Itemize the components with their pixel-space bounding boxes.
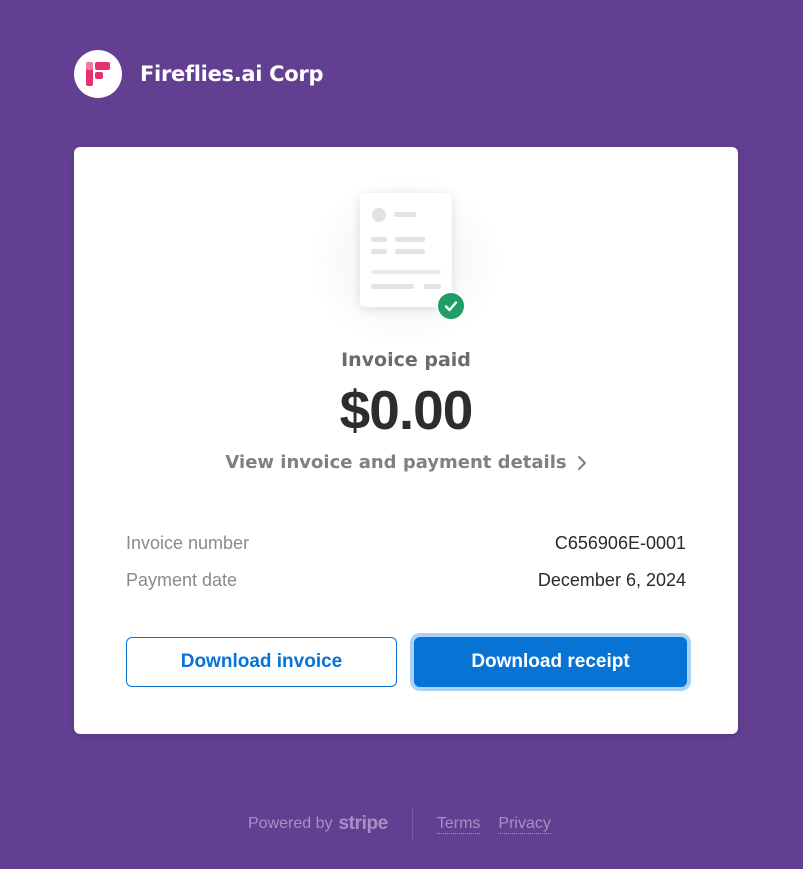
- payment-date-label: Payment date: [126, 570, 238, 590]
- document-icon: [360, 193, 452, 307]
- invoice-illustration: [310, 176, 500, 346]
- invoice-status: Invoice paid: [341, 349, 471, 371]
- invoice-number-row: Invoice number C656906E-0001: [126, 533, 686, 554]
- terms-link[interactable]: Terms: [436, 815, 481, 834]
- fireflies-logo-icon: [74, 50, 122, 98]
- merchant-name: Fireflies.ai Corp: [140, 62, 324, 86]
- download-receipt-button[interactable]: Download receipt: [414, 637, 687, 687]
- invoice-number-value: C656906E-0001: [554, 533, 686, 553]
- payment-date-value: December 6, 2024: [537, 570, 686, 590]
- download-invoice-button[interactable]: Download invoice: [126, 637, 397, 687]
- stripe-logo[interactable]: stripe: [339, 813, 389, 835]
- view-invoice-details-link[interactable]: View invoice and payment details: [74, 452, 738, 473]
- chevron-right-icon: [577, 455, 586, 470]
- invoice-number-label: Invoice number: [126, 533, 250, 553]
- invoice-amount: $0.00: [339, 379, 474, 441]
- powered-by-text: Powered by: [248, 815, 333, 832]
- details-link-label: View invoice and payment details: [225, 452, 567, 473]
- footer: Powered by stripe Terms Privacy: [248, 807, 551, 841]
- footer-divider: [411, 807, 413, 841]
- privacy-link[interactable]: Privacy: [498, 815, 551, 834]
- check-circle-icon: [436, 291, 466, 321]
- merchant-header: Fireflies.ai Corp: [74, 50, 324, 98]
- payment-date-row: Payment date December 6, 2024: [126, 570, 686, 591]
